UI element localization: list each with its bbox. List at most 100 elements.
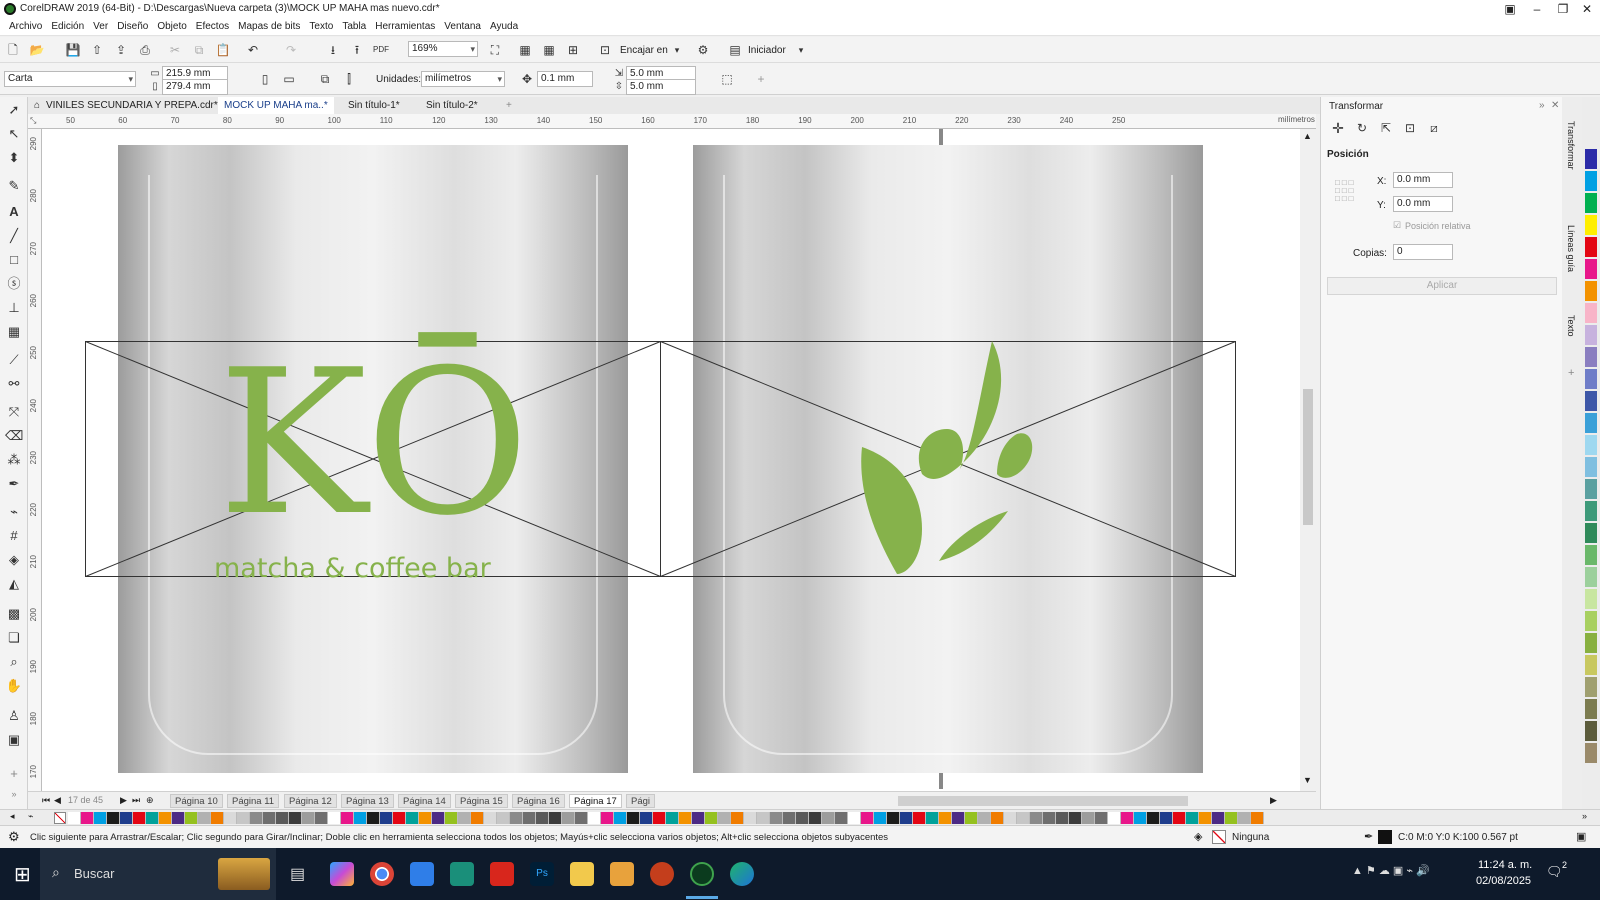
scroll-down-icon[interactable]: ▼ bbox=[1303, 775, 1312, 785]
palette-swatch[interactable] bbox=[1017, 812, 1030, 824]
menu-edicion[interactable]: Edición bbox=[51, 21, 84, 32]
palette-swatch[interactable] bbox=[666, 812, 679, 824]
vertical-palette-swatch[interactable] bbox=[1585, 369, 1597, 389]
page-tab[interactable]: Página 14 bbox=[398, 794, 451, 808]
minimize-button[interactable]: – bbox=[1524, 0, 1550, 18]
new-tab-icon[interactable]: + bbox=[500, 97, 518, 114]
vertical-scroll-thumb[interactable] bbox=[1303, 389, 1313, 525]
last-page-icon[interactable]: ⏭ bbox=[132, 795, 140, 806]
palette-swatch[interactable] bbox=[289, 812, 302, 824]
page-tab[interactable]: Página 15 bbox=[455, 794, 508, 808]
ko-logo-text[interactable]: KŌ bbox=[218, 344, 536, 544]
palette-swatch[interactable] bbox=[1173, 812, 1186, 824]
rulers-icon[interactable]: ▦ bbox=[516, 41, 534, 59]
palette-swatch[interactable] bbox=[133, 812, 146, 824]
restore-button[interactable]: ❐ bbox=[1550, 0, 1576, 18]
page-tab[interactable]: Página 13 bbox=[341, 794, 394, 808]
launcher-dropdown-icon[interactable]: ▾ bbox=[792, 41, 810, 59]
page-size-select[interactable]: Carta bbox=[4, 71, 136, 87]
nudge-distance-field[interactable]: 0.1 mm bbox=[537, 71, 593, 87]
palette-swatch[interactable] bbox=[237, 812, 250, 824]
tab-viniles[interactable]: VINILES SECUNDARIA Y PREPA.cdr* bbox=[40, 97, 224, 114]
palette-swatch[interactable] bbox=[458, 812, 471, 824]
table-tool-icon[interactable]: ▦ bbox=[5, 323, 23, 341]
palette-swatch[interactable] bbox=[1082, 812, 1095, 824]
palette-swatch[interactable] bbox=[250, 812, 263, 824]
palette-swatch[interactable] bbox=[1056, 812, 1069, 824]
tab-sin-titulo-2[interactable]: Sin título-2* bbox=[420, 97, 484, 114]
palette-swatch[interactable] bbox=[757, 812, 770, 824]
vertical-palette-swatch[interactable] bbox=[1585, 523, 1597, 543]
palette-swatch[interactable] bbox=[211, 812, 224, 824]
vertical-palette-swatch[interactable] bbox=[1585, 215, 1597, 235]
position-mode-icon[interactable]: ✛ bbox=[1329, 119, 1347, 137]
outline-pen-icon[interactable]: ♙ bbox=[5, 707, 23, 725]
cut-icon[interactable]: ✂ bbox=[166, 41, 184, 59]
relative-position-checkbox[interactable]: ☑ bbox=[1393, 220, 1401, 231]
menu-objeto[interactable]: Objeto bbox=[157, 21, 186, 32]
palette-swatch[interactable] bbox=[341, 812, 354, 824]
vertical-palette-swatch[interactable] bbox=[1585, 655, 1597, 675]
crop-tool-icon[interactable]: ⬍ bbox=[5, 149, 23, 167]
menu-archivo[interactable]: Archivo bbox=[9, 21, 42, 32]
palette-swatch[interactable] bbox=[107, 812, 120, 824]
rotate-mode-icon[interactable]: ↻ bbox=[1353, 119, 1371, 137]
fill-none-swatch[interactable] bbox=[1212, 830, 1226, 844]
transform-tool-icon[interactable]: ⤧ bbox=[5, 403, 23, 421]
menu-herramientas[interactable]: Herramientas bbox=[375, 21, 435, 32]
palette-swatch[interactable] bbox=[302, 812, 315, 824]
palette-swatch[interactable] bbox=[796, 812, 809, 824]
page-tab[interactable]: Página 17 bbox=[569, 794, 622, 808]
apply-button[interactable]: Aplicar bbox=[1327, 277, 1557, 295]
smear-tool-icon[interactable]: ⁂ bbox=[5, 451, 23, 469]
vertical-palette-swatch[interactable] bbox=[1585, 237, 1597, 257]
prev-page-icon[interactable]: ◀ bbox=[54, 795, 61, 806]
skew-mode-icon[interactable]: ⧄ bbox=[1425, 119, 1443, 137]
palette-swatch[interactable] bbox=[536, 812, 549, 824]
palette-swatch[interactable] bbox=[952, 812, 965, 824]
palette-swatch[interactable] bbox=[692, 812, 705, 824]
palette-swatch[interactable] bbox=[718, 812, 731, 824]
units-select[interactable]: milímetros bbox=[421, 71, 505, 87]
blend-tool-icon[interactable]: ⚯ bbox=[5, 375, 23, 393]
palette-swatch[interactable] bbox=[68, 812, 81, 824]
palette-swatch[interactable] bbox=[1147, 812, 1160, 824]
freehand-tool-icon[interactable]: ✎ bbox=[5, 177, 23, 195]
dimension-tool-icon[interactable]: ⊥ bbox=[5, 299, 23, 317]
palette-swatch[interactable] bbox=[315, 812, 328, 824]
palette-swatch[interactable] bbox=[484, 812, 497, 824]
palette-swatch[interactable] bbox=[471, 812, 484, 824]
vertical-palette-swatch[interactable] bbox=[1585, 391, 1597, 411]
snap-to-label[interactable]: Encajar en bbox=[620, 45, 668, 56]
vertical-palette-swatch[interactable] bbox=[1585, 633, 1597, 653]
vertical-palette-swatch[interactable] bbox=[1585, 501, 1597, 521]
palette-swatch[interactable] bbox=[978, 812, 991, 824]
palette-swatch[interactable] bbox=[1251, 812, 1264, 824]
ruler-origin-icon[interactable]: ⤡ bbox=[30, 116, 36, 126]
palette-swatch[interactable] bbox=[705, 812, 718, 824]
palette-swatch[interactable] bbox=[510, 812, 523, 824]
file-explorer-icon[interactable] bbox=[570, 862, 594, 886]
grid-icon[interactable]: ▦ bbox=[540, 41, 558, 59]
palette-swatch[interactable] bbox=[783, 812, 796, 824]
palette-swatch[interactable] bbox=[1160, 812, 1173, 824]
vertical-palette-swatch[interactable] bbox=[1585, 743, 1597, 763]
menu-ventana[interactable]: Ventana bbox=[444, 21, 481, 32]
no-color-swatch[interactable] bbox=[54, 812, 66, 824]
copilot-icon[interactable] bbox=[330, 862, 354, 886]
first-page-icon[interactable]: ⏮ bbox=[42, 795, 50, 806]
outline-pen-status-icon[interactable]: ✒ bbox=[1364, 830, 1373, 843]
snap-icon[interactable]: ⊡ bbox=[596, 41, 614, 59]
palette-swatch[interactable] bbox=[965, 812, 978, 824]
taskbar-search-box[interactable]: ⌕ Buscar bbox=[40, 848, 276, 900]
vertical-ruler[interactable]: 290 280 270 260 250 240 230 220 210 200 190 180 170 bbox=[28, 129, 42, 791]
edge-icon[interactable] bbox=[730, 862, 754, 886]
palette-swatch[interactable] bbox=[354, 812, 367, 824]
undo-icon[interactable]: ↶ bbox=[244, 41, 262, 59]
palette-swatch[interactable] bbox=[653, 812, 666, 824]
palette-swatch[interactable] bbox=[926, 812, 939, 824]
coreldraw-app-icon[interactable] bbox=[450, 862, 474, 886]
vertical-palette-swatch[interactable] bbox=[1585, 413, 1597, 433]
color-proof-icon[interactable]: ▣ bbox=[1576, 830, 1586, 843]
toolbox-expand-icon[interactable]: » bbox=[5, 785, 23, 803]
